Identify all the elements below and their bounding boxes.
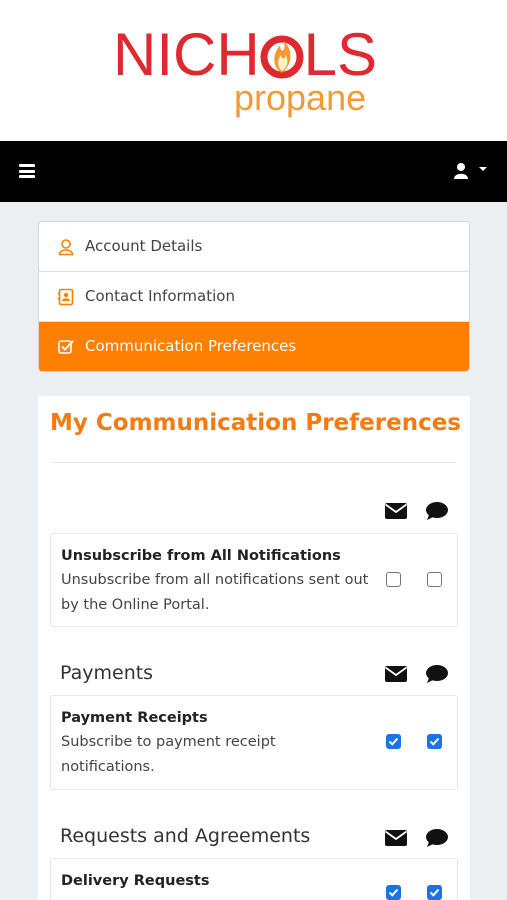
section-title-payments: Payments bbox=[60, 662, 154, 684]
pref-description: Unsubscribe from all notifications sent … bbox=[61, 568, 376, 618]
pref-description-line: by the Online Portal. bbox=[61, 597, 210, 613]
envelope-icon bbox=[384, 830, 408, 846]
title-divider bbox=[50, 462, 456, 463]
pref-description-line: Unsubscribe from all notifications sent … bbox=[61, 572, 369, 588]
flame-icon bbox=[260, 35, 304, 79]
page-title: My Communication Preferences bbox=[50, 410, 461, 436]
pref-name: Delivery Requests bbox=[61, 873, 210, 889]
unsubscribe-sms-checkbox[interactable] bbox=[427, 572, 442, 587]
delivery-requests-row: Delivery Requests bbox=[50, 858, 458, 900]
pref-description-line: Subscribe to payment receipt bbox=[61, 734, 276, 750]
pref-name: Payment Receipts bbox=[61, 710, 208, 726]
user-icon bbox=[454, 163, 487, 179]
preferences-panel: My Communication Preferences Unsubscribe… bbox=[38, 396, 470, 900]
comment-icon bbox=[426, 665, 448, 683]
nav-item-label: Account Details bbox=[85, 237, 203, 255]
payment-receipts-email-checkbox[interactable] bbox=[386, 734, 401, 749]
envelope-icon bbox=[384, 503, 408, 519]
delivery-requests-email-checkbox[interactable] bbox=[386, 885, 401, 900]
unsubscribe-all-row: Unsubscribe from All Notifications Unsub… bbox=[50, 533, 458, 627]
nav-communication-preferences[interactable]: Communication Preferences bbox=[39, 322, 469, 371]
nav-account-details[interactable]: Account Details bbox=[39, 222, 469, 272]
hamburger-icon[interactable] bbox=[19, 164, 35, 178]
envelope-icon bbox=[384, 666, 408, 682]
unsubscribe-email-checkbox[interactable] bbox=[386, 572, 401, 587]
section-title-requests: Requests and Agreements bbox=[60, 825, 311, 847]
check-square-icon bbox=[58, 340, 74, 354]
nav-contact-information[interactable]: Contact Information bbox=[39, 272, 469, 322]
account-nav: Account Details Contact Information Comm… bbox=[38, 221, 470, 372]
user-menu-button[interactable] bbox=[452, 161, 492, 181]
logo-header: NICH LS propane bbox=[0, 0, 507, 141]
nav-item-label: Communication Preferences bbox=[85, 337, 297, 355]
nav-item-label: Contact Information bbox=[85, 287, 235, 305]
payment-receipts-row: Payment Receipts Subscribe to payment re… bbox=[50, 695, 458, 790]
pref-description-line: notifications. bbox=[61, 759, 155, 775]
top-navbar bbox=[0, 141, 507, 202]
delivery-requests-sms-checkbox[interactable] bbox=[427, 885, 442, 900]
comment-icon bbox=[426, 829, 448, 847]
pref-name: Unsubscribe from All Notifications bbox=[61, 548, 341, 564]
payment-receipts-sms-checkbox[interactable] bbox=[427, 734, 442, 749]
brand-subtitle: propane bbox=[234, 77, 367, 118]
comment-icon bbox=[426, 502, 448, 520]
contact-card-icon bbox=[57, 288, 74, 306]
user-icon bbox=[58, 239, 74, 256]
pref-description: Subscribe to payment receipt notificatio… bbox=[61, 730, 376, 780]
